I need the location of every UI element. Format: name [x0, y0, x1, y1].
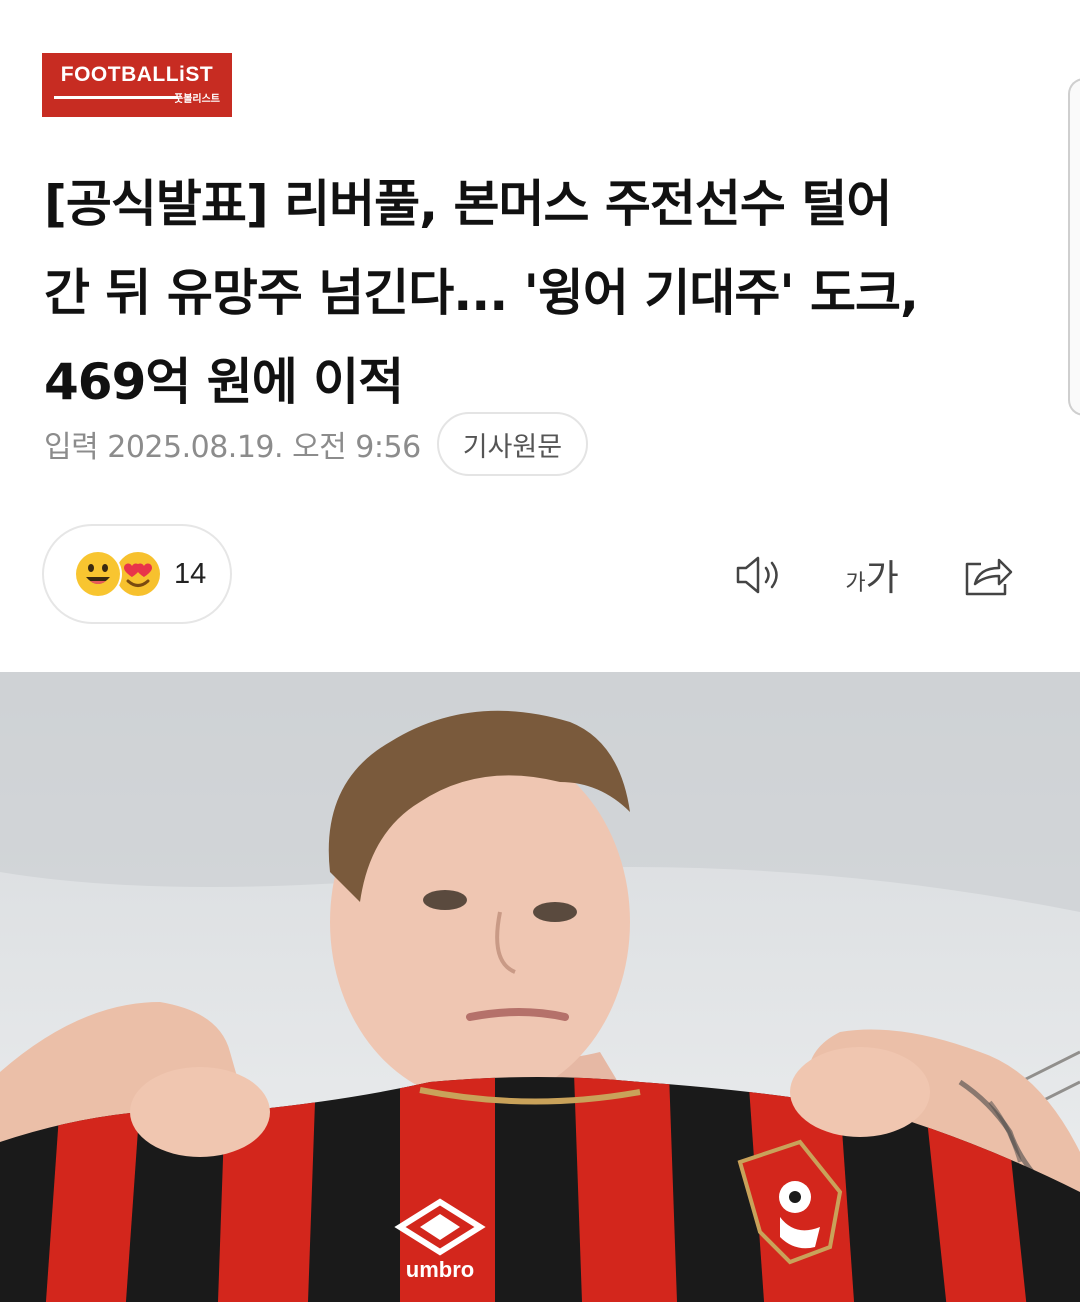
logo-underline: [54, 96, 178, 99]
logo-wordmark: FOOTBALLiST: [60, 63, 214, 86]
reaction-emojis: [74, 550, 160, 598]
headline-line: 간 뒤 유망주 넘긴다... '윙어 기대주' 도크,: [44, 264, 919, 322]
article-meta: 입력 2025.08.19. 오전 9:56 기사원문: [44, 412, 589, 476]
reaction-count: 14: [174, 557, 207, 590]
reaction-button[interactable]: 14: [42, 524, 232, 624]
headline-line: [공식발표] 리버풀, 본머스 주전선수 털어: [44, 175, 892, 233]
speaker-icon: [736, 556, 778, 594]
original-article-label: 기사원문: [462, 431, 563, 463]
share-button[interactable]: [952, 540, 1022, 610]
tts-button[interactable]: [722, 540, 794, 610]
font-size-button[interactable]: 가가: [836, 540, 908, 610]
jersey-brand-text: umbro: [406, 1257, 474, 1282]
font-size-icon: 가가: [845, 549, 898, 601]
logo-korean-wordmark: 풋볼리스트: [174, 94, 220, 105]
footballist-logo[interactable]: FOOTBALLiST 풋볼리스트: [42, 53, 232, 117]
publish-date: 입력 2025.08.19. 오전 9:56: [44, 430, 421, 465]
original-article-button[interactable]: 기사원문: [436, 412, 589, 476]
font-size-large-label: 가: [865, 558, 899, 599]
side-scroll-handle[interactable]: [1068, 78, 1080, 416]
article-photo: umbro: [0, 672, 1080, 1302]
article-headline: [공식발표] 리버풀, 본머스 주전선수 털어 간 뒤 유망주 넘긴다... '…: [44, 160, 1044, 427]
share-icon: [965, 558, 1013, 596]
smile-emoji: [74, 550, 122, 598]
player-photo-illustration: umbro: [0, 672, 1080, 1302]
heart-eyes-emoji: [116, 552, 160, 596]
font-size-small-label: 가: [845, 571, 866, 596]
